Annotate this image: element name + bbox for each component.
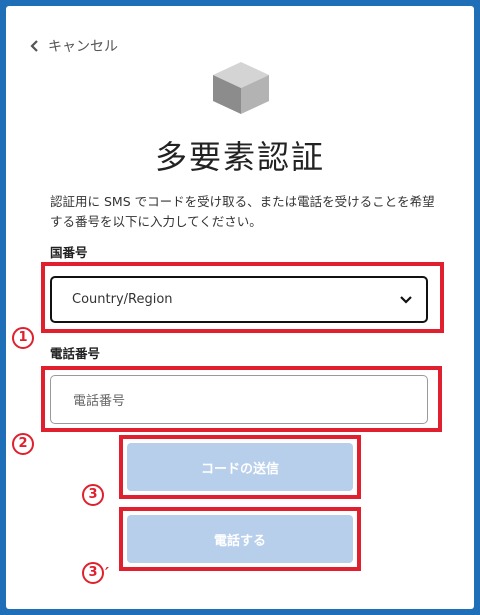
cancel-label: キャンセル <box>48 39 118 55</box>
mfa-card: キャンセル 多要素認証 認証用に SMS でコードを受け取る、または電話を受ける… <box>6 6 474 609</box>
cube-logo-icon <box>213 62 269 114</box>
send-code-label: コードの送信 <box>200 461 279 477</box>
phone-label: 電話番号 <box>50 346 101 361</box>
phone-placeholder: 電話番号 <box>73 394 126 409</box>
country-select[interactable]: Country/Region <box>50 276 428 323</box>
cancel-link[interactable]: キャンセル <box>28 36 118 56</box>
chevron-down-icon <box>400 295 412 304</box>
send-code-button[interactable]: コードの送信 <box>127 443 353 491</box>
page-description: 認証用に SMS でコードを受け取る、または電話を受けることを希望する番号を以下… <box>50 194 435 229</box>
annotation-3-label: 3 <box>82 484 104 506</box>
annotation-3b-label: 3 <box>82 562 104 584</box>
annotation-1: 1 <box>12 327 34 349</box>
country-label: 国番号 <box>50 245 88 260</box>
call-label: 電話する <box>213 533 266 549</box>
call-button[interactable]: 電話する <box>127 515 353 563</box>
annotation-1-label: 1 <box>12 327 34 349</box>
annotation-2: 2 <box>12 433 34 455</box>
annotation-2-label: 2 <box>12 433 34 455</box>
phone-input[interactable]: 電話番号 <box>50 375 428 424</box>
country-select-value: Country/Region <box>72 292 173 307</box>
chevron-left-icon <box>30 40 38 52</box>
annotation-3: 3 <box>82 484 104 506</box>
annotation-3-prime: 3 ′ <box>82 562 109 584</box>
page-title: 多要素認証 <box>154 138 325 176</box>
annotation-3b-prime: ′ <box>105 564 109 582</box>
